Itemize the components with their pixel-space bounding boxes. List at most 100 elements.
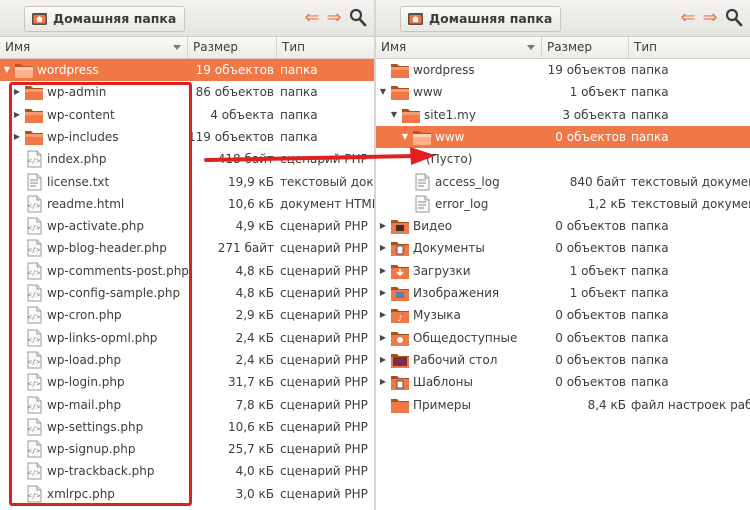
file-type: сценарий PHP (280, 419, 368, 434)
empty-placeholder-row: (Пусто) (376, 148, 750, 170)
text-file-icon (412, 195, 432, 213)
file-type: сценарий PHP (280, 308, 368, 323)
file-size: 0 объектов (555, 129, 626, 144)
left-search-icon[interactable] (349, 8, 367, 28)
left-location-home-button[interactable]: Домашняя папка (24, 6, 186, 32)
left-forward-arrow-icon[interactable]: ⇒ (325, 9, 343, 27)
expander-closed-icon[interactable]: ▶ (378, 371, 388, 393)
file-row[interactable]: </> wp-trackback.php 4,0 кБ сценарий PHP (0, 460, 374, 482)
expander-closed-icon[interactable]: ▶ (378, 327, 388, 349)
file-row[interactable]: </> xmlrpc.php 3,0 кБ сценарий PHP (0, 483, 374, 505)
file-row[interactable]: ▶ Видео 0 объектов папка (376, 215, 750, 237)
file-row[interactable]: ▶ wp-content 4 объекта папка (0, 104, 374, 126)
file-name: (Пусто) (426, 152, 473, 167)
left-column-type[interactable]: Тип (277, 37, 374, 59)
file-row[interactable]: </> wp-login.php 31,7 кБ сценарий PHP (0, 371, 374, 393)
file-type: папка (631, 219, 669, 234)
file-name: wp-content (47, 107, 115, 122)
file-row[interactable]: </> wp-load.php 2,4 кБ сценарий PHP (0, 349, 374, 371)
file-type: папка (631, 63, 669, 77)
file-row[interactable]: ▶ Изображения 1 объект папка (376, 282, 750, 304)
php-script-icon: </> (24, 329, 44, 347)
file-row[interactable]: </> readme.html 10,6 кБ документ HTML (0, 193, 374, 215)
file-row[interactable]: wordpress 19 объектов папка (376, 59, 750, 81)
sort-desc-icon (173, 45, 181, 50)
expander-closed-icon[interactable]: ▶ (378, 215, 388, 237)
right-location-home-button[interactable]: Домашняя папка (400, 6, 562, 32)
file-row[interactable]: </> wp-mail.php 7,8 кБ сценарий PHP (0, 394, 374, 416)
file-row[interactable]: </> wp-links-opml.php 2,4 кБ сценарий PHP (0, 327, 374, 349)
expander-closed-icon[interactable]: ▶ (378, 282, 388, 304)
file-type: сценарий PHP (280, 442, 368, 457)
left-column-name[interactable]: Имя (0, 37, 188, 59)
expander-open-icon[interactable]: ▼ (400, 126, 410, 148)
svg-text:</>: </> (28, 336, 41, 344)
file-row[interactable]: ▶ Рабочий стол 0 объектов папка (376, 349, 750, 371)
file-name: wp-config-sample.php (47, 286, 181, 300)
file-row[interactable]: ▶ Шаблоны 0 объектов папка (376, 371, 750, 393)
svg-text:</>: </> (28, 224, 41, 232)
right-column-name[interactable]: Имя (376, 37, 542, 59)
file-type: папка (631, 375, 669, 390)
file-type: папка (631, 352, 669, 367)
svg-text:</>: </> (28, 403, 41, 411)
file-row[interactable]: </> wp-activate.php 4,9 кБ сценарий PHP (0, 215, 374, 237)
expander-closed-icon[interactable]: ▶ (12, 126, 22, 148)
file-type: папка (280, 63, 318, 77)
file-row[interactable]: ▶ ♪ Музыка 0 объектов папка (376, 304, 750, 326)
file-size: 1 объект (569, 263, 626, 278)
file-size: 19,9 кБ (227, 174, 274, 189)
file-row[interactable]: ▶ Документы 0 объектов папка (376, 237, 750, 259)
file-row[interactable]: </> index.php 418 байт сценарий PHP (0, 148, 374, 170)
file-size: 1 объект (569, 286, 626, 300)
expander-open-icon[interactable]: ▼ (378, 81, 388, 103)
file-row[interactable]: ▶ Загрузки 1 объект папка (376, 260, 750, 282)
file-row[interactable]: ▼ site1.my 3 объекта папка (376, 104, 750, 126)
file-type: текстовый документ (631, 196, 750, 211)
file-row[interactable]: Примеры 8,4 кБ файл настроек рабочего стол… (376, 394, 750, 416)
expander-closed-icon[interactable]: ▶ (378, 304, 388, 326)
file-row[interactable]: ▼ wordpress 19 объектов папка (0, 59, 374, 81)
file-type: папка (280, 107, 318, 122)
file-row[interactable]: ▶ Общедоступные 0 объектов папка (376, 327, 750, 349)
videos-folder-icon (390, 217, 410, 235)
file-type: папка (631, 308, 669, 323)
file-name: Загрузки (413, 263, 471, 278)
right-search-icon[interactable] (725, 8, 743, 28)
file-row[interactable]: </> wp-blog-header.php 271 байт сценарий PH… (0, 237, 374, 259)
right-column-type[interactable]: Тип (629, 37, 750, 59)
file-row[interactable]: ▶ wp-includes 119 объектов папка (0, 126, 374, 148)
php-script-icon: </> (24, 351, 44, 369)
file-row[interactable]: </> wp-config-sample.php 4,8 кБ сценарий PH… (0, 282, 374, 304)
right-column-header: Имя Размер Тип (376, 37, 750, 59)
file-type: сценарий PHP (280, 286, 368, 300)
file-row[interactable]: error_log 1,2 кБ текстовый документ (376, 193, 750, 215)
right-back-arrow-icon[interactable]: ⇐ (679, 9, 697, 27)
expander-closed-icon[interactable]: ▶ (12, 104, 22, 126)
expander-closed-icon[interactable]: ▶ (378, 237, 388, 259)
file-row[interactable]: </> wp-comments-post.php 4,8 кБ сценарий PH… (0, 260, 374, 282)
file-type: папка (631, 330, 669, 345)
expander-closed-icon[interactable]: ▶ (378, 349, 388, 371)
right-forward-arrow-icon[interactable]: ⇒ (701, 9, 719, 27)
file-row[interactable]: ▼ www 0 объектов папка (376, 125, 750, 148)
left-column-size[interactable]: Размер (188, 37, 277, 59)
file-type: папка (631, 85, 669, 100)
file-size: 2,4 кБ (235, 352, 274, 367)
file-row[interactable]: </> wp-settings.php 10,6 кБ сценарий PHP (0, 416, 374, 438)
expander-closed-icon[interactable]: ▶ (378, 260, 388, 282)
left-back-arrow-icon[interactable]: ⇐ (303, 9, 321, 27)
expander-open-icon[interactable]: ▼ (389, 104, 399, 126)
file-row[interactable]: license.txt 19,9 кБ текстовый документ (0, 171, 374, 193)
file-size: 2,4 кБ (235, 330, 274, 345)
file-size: 3 объекта (562, 107, 626, 122)
file-row[interactable]: </> wp-cron.php 2,9 кБ сценарий PHP (0, 304, 374, 326)
file-row[interactable]: ▼ www 1 объект папка (376, 81, 750, 103)
file-row[interactable]: ▶ wp-admin 86 объектов папка (0, 81, 374, 103)
file-type: текстовый документ (631, 174, 750, 189)
file-row[interactable]: access_log 840 байт текстовый документ (376, 171, 750, 193)
expander-closed-icon[interactable]: ▶ (12, 81, 22, 103)
right-column-size[interactable]: Размер (542, 37, 629, 59)
expander-open-icon[interactable]: ▼ (2, 59, 12, 81)
file-row[interactable]: </> wp-signup.php 25,7 кБ сценарий PHP (0, 438, 374, 460)
